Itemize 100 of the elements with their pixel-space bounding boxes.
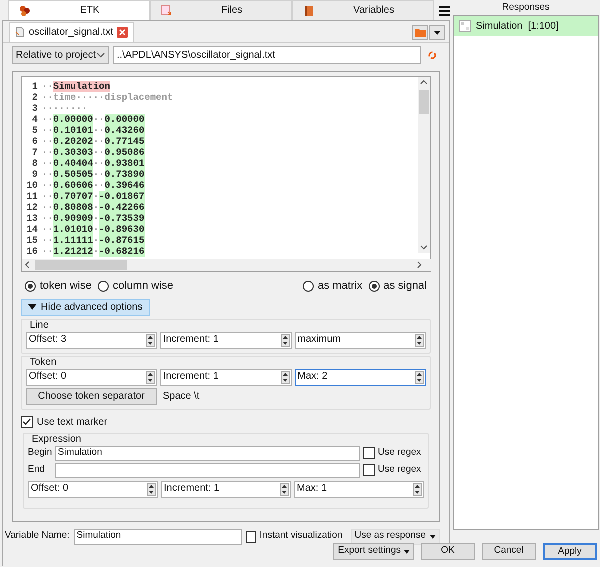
radio-option[interactable]: as matrix [302, 278, 363, 294]
file-tab[interactable]: oscillator_signal.txt [9, 22, 134, 42]
group-title: Line [29, 318, 49, 332]
spin-arrows-icon[interactable] [280, 370, 290, 384]
spin-box[interactable]: Offset: 0 [26, 368, 158, 386]
checkbox[interactable] [246, 530, 256, 542]
radio-option[interactable]: as signal [368, 278, 427, 294]
vertical-scrollbar[interactable] [418, 77, 430, 253]
text-editor[interactable] [21, 76, 431, 272]
radio-option[interactable]: column wise [98, 278, 174, 294]
spin-box[interactable]: Offset: 0 [28, 480, 158, 498]
line-number: 9 [31, 169, 39, 180]
dialog-button[interactable]: Cancel [482, 543, 536, 560]
split-button[interactable]: Export settings [333, 543, 414, 560]
spin-box[interactable]: Increment: 1 [161, 480, 291, 498]
spin-arrows-icon[interactable] [414, 334, 424, 346]
use-as-dropdown[interactable]: Use as response [350, 528, 440, 544]
field-label: Begin [28, 446, 52, 460]
path-mode-dropdown[interactable]: Relative to project [12, 46, 109, 64]
code-line: ··time·····displacement [42, 92, 174, 103]
caret-icon [404, 550, 410, 554]
spin-value: Offset: 3 [29, 335, 67, 345]
spin-arrows-icon[interactable] [413, 482, 422, 496]
spin-arrows-icon[interactable] [146, 370, 156, 384]
checkbox[interactable] [363, 447, 375, 459]
spin-value: maximum [298, 335, 341, 345]
line-number: 1 [31, 81, 39, 92]
line-number: 6 [31, 136, 39, 147]
spin-box[interactable]: Max: 1 [294, 480, 424, 498]
code-line: ··0.90909·-0.73539 [42, 213, 145, 224]
spin-box[interactable]: maximum [294, 332, 426, 348]
radio-option[interactable]: token wise [25, 278, 92, 294]
field-label: Variable Name: [5, 529, 70, 544]
radio-circle[interactable] [25, 280, 36, 292]
code-line: ··1.21212·-0.68216 [42, 246, 145, 257]
spin-arrows-icon[interactable] [280, 482, 289, 496]
chevron-icon [97, 52, 105, 58]
spin-arrows-icon[interactable] [147, 482, 156, 496]
line-number: 13 [26, 213, 39, 224]
checkbox[interactable] [21, 416, 33, 428]
code-line: ········ [42, 103, 88, 114]
spin-box[interactable]: Increment: 1 [160, 332, 292, 348]
checkbox[interactable] [363, 464, 375, 476]
dropdown-button[interactable] [429, 25, 445, 40]
line-number: 8 [31, 158, 39, 169]
separator-value: Space \t [163, 390, 200, 404]
line-number: 16 [26, 246, 39, 257]
field-label: End [28, 462, 46, 477]
code-line: ··1.11111·-0.87615 [42, 235, 145, 246]
code-line: ··Simulation [42, 81, 110, 92]
spin-arrows-icon[interactable] [146, 334, 156, 346]
dialog-button[interactable]: Apply [543, 543, 597, 560]
code-line: ··0.50505··0.73890 [42, 169, 145, 180]
radio-circle[interactable] [368, 280, 380, 292]
dialog-button[interactable]: OK [421, 543, 475, 560]
folder-icon [414, 28, 426, 37]
spin-box[interactable]: Increment: 1 [160, 368, 292, 386]
line-number: 15 [26, 235, 39, 246]
horizontal-scrollbar[interactable] [22, 259, 431, 271]
spin-value: Offset: 0 [31, 484, 69, 494]
tab[interactable]: ETK [8, 0, 150, 20]
separator-button[interactable]: Choose token separator [26, 388, 157, 404]
line-number: 11 [26, 191, 39, 202]
line-number: 4 [31, 114, 39, 125]
spin-arrows-icon[interactable] [280, 334, 290, 346]
triangle-icon [28, 304, 37, 310]
menu-icon[interactable] [439, 6, 450, 16]
spin-arrows-icon[interactable] [414, 370, 424, 384]
input-field[interactable]: Simulation [55, 446, 360, 460]
panel-title: Responses [501, 1, 551, 15]
checkbox-label: Use regex [378, 462, 422, 477]
line-number: 10 [26, 180, 39, 191]
advanced-toggle[interactable]: Hide advanced options [21, 298, 150, 316]
code-line: ··0.10101··0.43260 [42, 125, 145, 136]
tab[interactable]: Files [150, 0, 292, 20]
group-title: Expression [31, 432, 82, 446]
spin-value: Increment: 1 [163, 335, 219, 345]
spin-value: Offset: 0 [29, 372, 67, 382]
caret-icon [430, 534, 436, 538]
line-number: 2 [31, 92, 39, 103]
code-line: ··0.40404··0.93801 [42, 158, 145, 169]
code-line: ··0.00000··0.00000 [42, 114, 145, 125]
line-number: 5 [31, 125, 39, 136]
refresh-icon[interactable] [428, 50, 437, 60]
line-number: 14 [26, 224, 39, 235]
spin-value: Max: 1 [297, 484, 328, 494]
book-icon [303, 4, 315, 16]
code-line: ··0.80808·-0.42266 [42, 202, 145, 213]
path-field[interactable]: ..\APDL\ANSYS\oscillator_signal.txt [113, 46, 421, 64]
spin-value: Increment: 1 [164, 484, 220, 494]
group-title: Token [29, 356, 57, 368]
input-field[interactable] [55, 462, 360, 478]
close-icon[interactable] [117, 27, 128, 38]
variable-name-field[interactable]: Simulation [74, 528, 242, 544]
spin-box[interactable]: Max: 2 [294, 368, 426, 386]
tab[interactable]: Variables [292, 0, 434, 20]
response-item[interactable]: Simulation [1:100] [454, 16, 598, 36]
grid-icon [459, 20, 471, 32]
spin-box[interactable]: Offset: 3 [26, 332, 158, 348]
document-icon [161, 4, 173, 16]
